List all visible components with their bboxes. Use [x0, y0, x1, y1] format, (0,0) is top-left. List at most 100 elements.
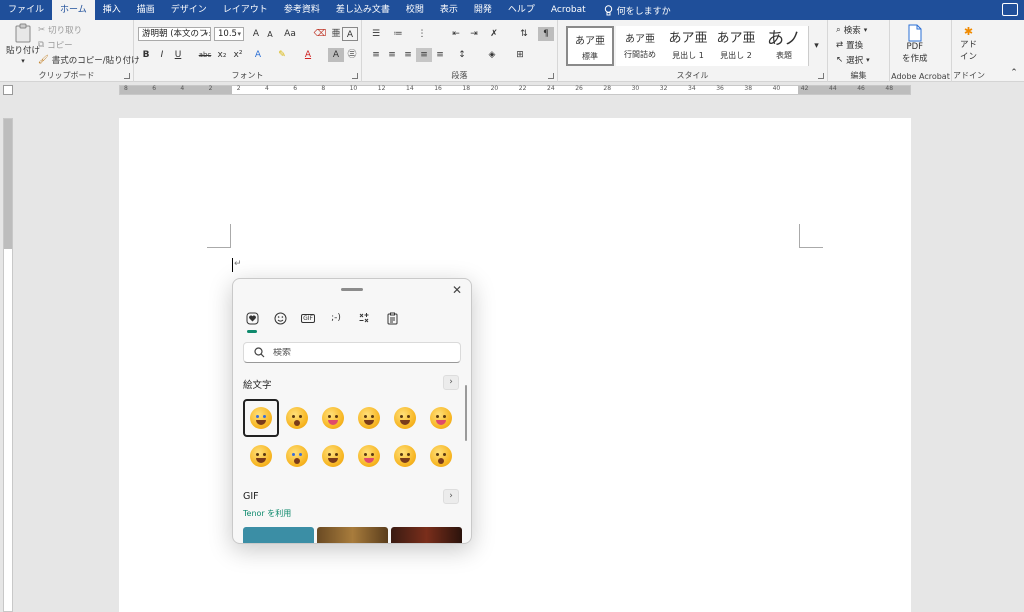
emoji-screaming-face[interactable] [279, 437, 315, 475]
tab-references[interactable]: 参考資料 [276, 0, 328, 20]
multilevel-list-icon[interactable]: ⋮ [414, 27, 430, 41]
emoji-panel-scrollbar[interactable] [465, 385, 467, 441]
gif-section-more-button[interactable]: › [443, 489, 459, 504]
asian-layout-icon[interactable]: ✗ [486, 27, 502, 41]
tab-mailings[interactable]: 差し込み文書 [328, 0, 398, 20]
tell-me-box[interactable]: 何をしますか [604, 4, 671, 17]
tab-file[interactable]: ファイル [0, 0, 52, 20]
emoji-clapping-hands[interactable] [387, 437, 423, 475]
emoji-laughing-tears[interactable] [243, 399, 279, 437]
tab-home[interactable]: ホーム [52, 0, 95, 20]
tab-draw[interactable]: 描画 [129, 0, 163, 20]
text-effects-icon[interactable]: A [250, 48, 266, 62]
style-heading-2[interactable]: あア亜 見出し 2 [712, 26, 760, 66]
line-spacing-icon[interactable]: ↕ [454, 48, 470, 62]
clipboard-icon[interactable] [381, 307, 403, 329]
font-family-select[interactable]: 游明朝 (本文のフォ [138, 27, 211, 41]
tab-acrobat[interactable]: Acrobat [543, 0, 594, 20]
format-painter-button[interactable]: 🖌 書式のコピー/貼り付け [38, 54, 140, 66]
style-title[interactable]: あノ 表題 [760, 26, 808, 66]
enclosed-character-icon[interactable]: ㊂ [344, 48, 360, 62]
sort-icon[interactable]: ⇅ [516, 27, 532, 41]
bullets-icon[interactable]: ☰ [368, 27, 384, 41]
close-button[interactable]: ✕ [452, 283, 462, 297]
gif-thumbnail[interactable] [391, 527, 462, 543]
superscript-button[interactable]: x² [230, 48, 246, 62]
vertical-ruler[interactable] [3, 118, 13, 612]
drag-handle[interactable] [341, 288, 363, 291]
shrink-font-button[interactable]: A [262, 28, 278, 42]
tab-help[interactable]: ヘルプ [500, 0, 543, 20]
emoji-flushed-face[interactable] [423, 437, 459, 475]
find-button[interactable]: ⌕ 検索 ▾ [836, 24, 867, 36]
emoji-section-more-button[interactable]: › [443, 375, 459, 390]
decrease-indent-icon[interactable]: ⇤ [448, 27, 464, 41]
emoji-zany-face[interactable] [423, 399, 459, 437]
emoji-raising-hands[interactable] [387, 399, 423, 437]
font-size-select[interactable]: 10.5 [214, 27, 244, 41]
paste-button[interactable]: 貼り付け ▾ [6, 23, 40, 65]
emoji-thinking-face[interactable] [315, 437, 351, 475]
select-button[interactable]: ↖ 選択 ▾ [836, 54, 870, 66]
tab-view[interactable]: 表示 [432, 0, 466, 20]
font-color-icon[interactable]: A [300, 48, 316, 62]
emoji-search-input[interactable] [273, 347, 443, 358]
create-pdf-button[interactable]: PDF を作成 [902, 24, 928, 64]
distributed-icon[interactable]: ≡ [432, 48, 448, 62]
kaomoji-icon[interactable]: ;-) [325, 307, 347, 329]
highlight-icon[interactable]: ✎ [274, 48, 290, 62]
symbols-icon[interactable] [353, 307, 375, 329]
tab-design[interactable]: デザイン [163, 0, 215, 20]
character-shading-icon[interactable]: A [328, 48, 344, 62]
clipboard-launcher-icon[interactable] [124, 73, 130, 79]
tab-layout[interactable]: レイアウト [215, 0, 276, 20]
emoji-hand-over-mouth[interactable] [351, 399, 387, 437]
tab-selector-icon[interactable] [3, 85, 13, 95]
tab-review[interactable]: 校閲 [398, 0, 432, 20]
subscript-button[interactable]: x₂ [214, 48, 230, 62]
emoji-squinting-tongue[interactable] [351, 437, 387, 475]
paste-dropdown-icon[interactable]: ▾ [21, 57, 25, 65]
underline-button[interactable]: U [170, 48, 186, 62]
bold-button[interactable]: B [138, 48, 154, 62]
comments-icon[interactable] [1002, 3, 1018, 16]
strikethrough-button[interactable]: abc [196, 48, 214, 62]
gif-thumbnail[interactable] [243, 527, 314, 543]
gif-icon[interactable]: GIF [297, 307, 319, 329]
addins-button[interactable]: ✱ アド イン [960, 25, 977, 62]
numbering-icon[interactable]: ≔ [390, 27, 406, 41]
gif-thumbnail[interactable] [317, 527, 388, 543]
align-center-icon[interactable]: ≡ [384, 48, 400, 62]
collapse-ribbon-icon[interactable]: ⌃ [1006, 66, 1022, 80]
justify-icon[interactable]: ≡ [416, 48, 432, 62]
emoji-search-field[interactable] [243, 342, 461, 363]
copy-button[interactable]: ⧉ コピー [38, 39, 73, 51]
emoji-savoring-food[interactable] [315, 399, 351, 437]
emoji-smiling-face[interactable] [243, 437, 279, 475]
replace-button[interactable]: ⇄ 置換 [836, 39, 863, 51]
align-left-icon[interactable]: ≡ [368, 48, 384, 62]
increase-indent-icon[interactable]: ⇥ [466, 27, 482, 41]
italic-button[interactable]: I [154, 48, 170, 62]
enclose-characters-icon[interactable]: A [342, 27, 358, 41]
clear-formatting-icon[interactable]: ⌫ [312, 27, 328, 41]
tenor-link[interactable]: Tenor を利用 [243, 508, 291, 519]
style-no-spacing[interactable]: あア亜 行間詰め [616, 26, 664, 66]
paragraph-launcher-icon[interactable] [548, 73, 554, 79]
cut-button[interactable]: ✂ 切り取り [38, 24, 82, 36]
style-heading-1[interactable]: あア亜 見出し 1 [664, 26, 712, 66]
styles-more-icon[interactable]: ▾ [808, 26, 824, 66]
style-normal[interactable]: あア亜 標準 [566, 26, 614, 66]
font-launcher-icon[interactable] [352, 73, 358, 79]
shading-icon[interactable]: ◈ [484, 48, 500, 62]
horizontal-ruler[interactable]: 8 6 4 2 2 4 6 8 10 12 14 16 18 20 22 24 26 28 30 32 34 36 38 40… [119, 85, 911, 95]
smiley-icon[interactable] [269, 307, 291, 329]
tab-insert[interactable]: 挿入 [95, 0, 129, 20]
heart-emoji-icon[interactable] [241, 307, 263, 333]
align-right-icon[interactable]: ≡ [400, 48, 416, 62]
change-case-button[interactable]: Aa [280, 27, 300, 41]
tab-developer[interactable]: 開発 [466, 0, 500, 20]
show-formatting-icon[interactable]: ¶ [538, 27, 554, 41]
styles-launcher-icon[interactable] [818, 73, 824, 79]
emoji-holding-tears[interactable] [279, 399, 315, 437]
